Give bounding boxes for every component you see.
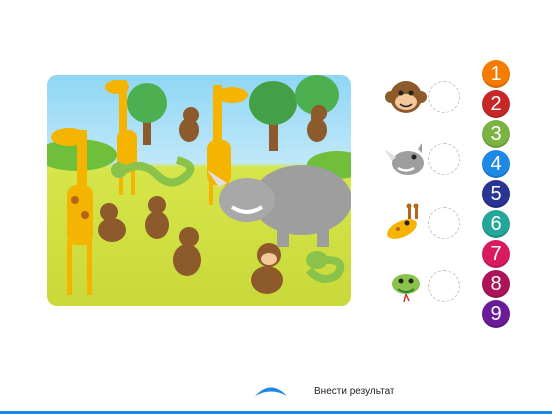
- animal-row-snake: [382, 262, 464, 310]
- number-chip-4[interactable]: 4: [482, 150, 510, 178]
- monkey: [251, 243, 283, 294]
- answer-slot-giraffe[interactable]: [428, 207, 460, 239]
- number-chip-5[interactable]: 5: [482, 180, 510, 208]
- number-chip-1[interactable]: 1: [482, 60, 510, 88]
- snake-face-icon: [392, 274, 420, 303]
- monkey: [98, 203, 126, 242]
- giraffe-face-icon: [387, 203, 419, 239]
- rhino-face-icon: [384, 143, 424, 175]
- safari-scene-picture[interactable]: [47, 75, 351, 306]
- animal-row-rhino: [382, 135, 464, 183]
- answer-slot-rhino[interactable]: [428, 143, 460, 175]
- number-chip-6[interactable]: 6: [482, 210, 510, 238]
- animal-row-monkey: [382, 73, 464, 121]
- number-chip-7[interactable]: 7: [482, 240, 510, 268]
- snake: [305, 251, 345, 283]
- animal-row-giraffe: [382, 199, 464, 247]
- number-chip-3[interactable]: 3: [482, 120, 510, 148]
- monkey: [179, 107, 199, 142]
- answer-slot-snake[interactable]: [428, 270, 460, 302]
- answer-slot-monkey[interactable]: [428, 81, 460, 113]
- chevron-up-icon[interactable]: [253, 381, 289, 399]
- monkey: [173, 227, 201, 276]
- monkey: [145, 196, 169, 239]
- submit-result-button[interactable]: Внести результат: [314, 386, 395, 397]
- number-chip-8[interactable]: 8: [482, 270, 510, 298]
- number-chip-2[interactable]: 2: [482, 90, 510, 118]
- monkey-face-icon: [385, 81, 427, 113]
- tree: [249, 81, 297, 151]
- number-chip-9[interactable]: 9: [482, 300, 510, 328]
